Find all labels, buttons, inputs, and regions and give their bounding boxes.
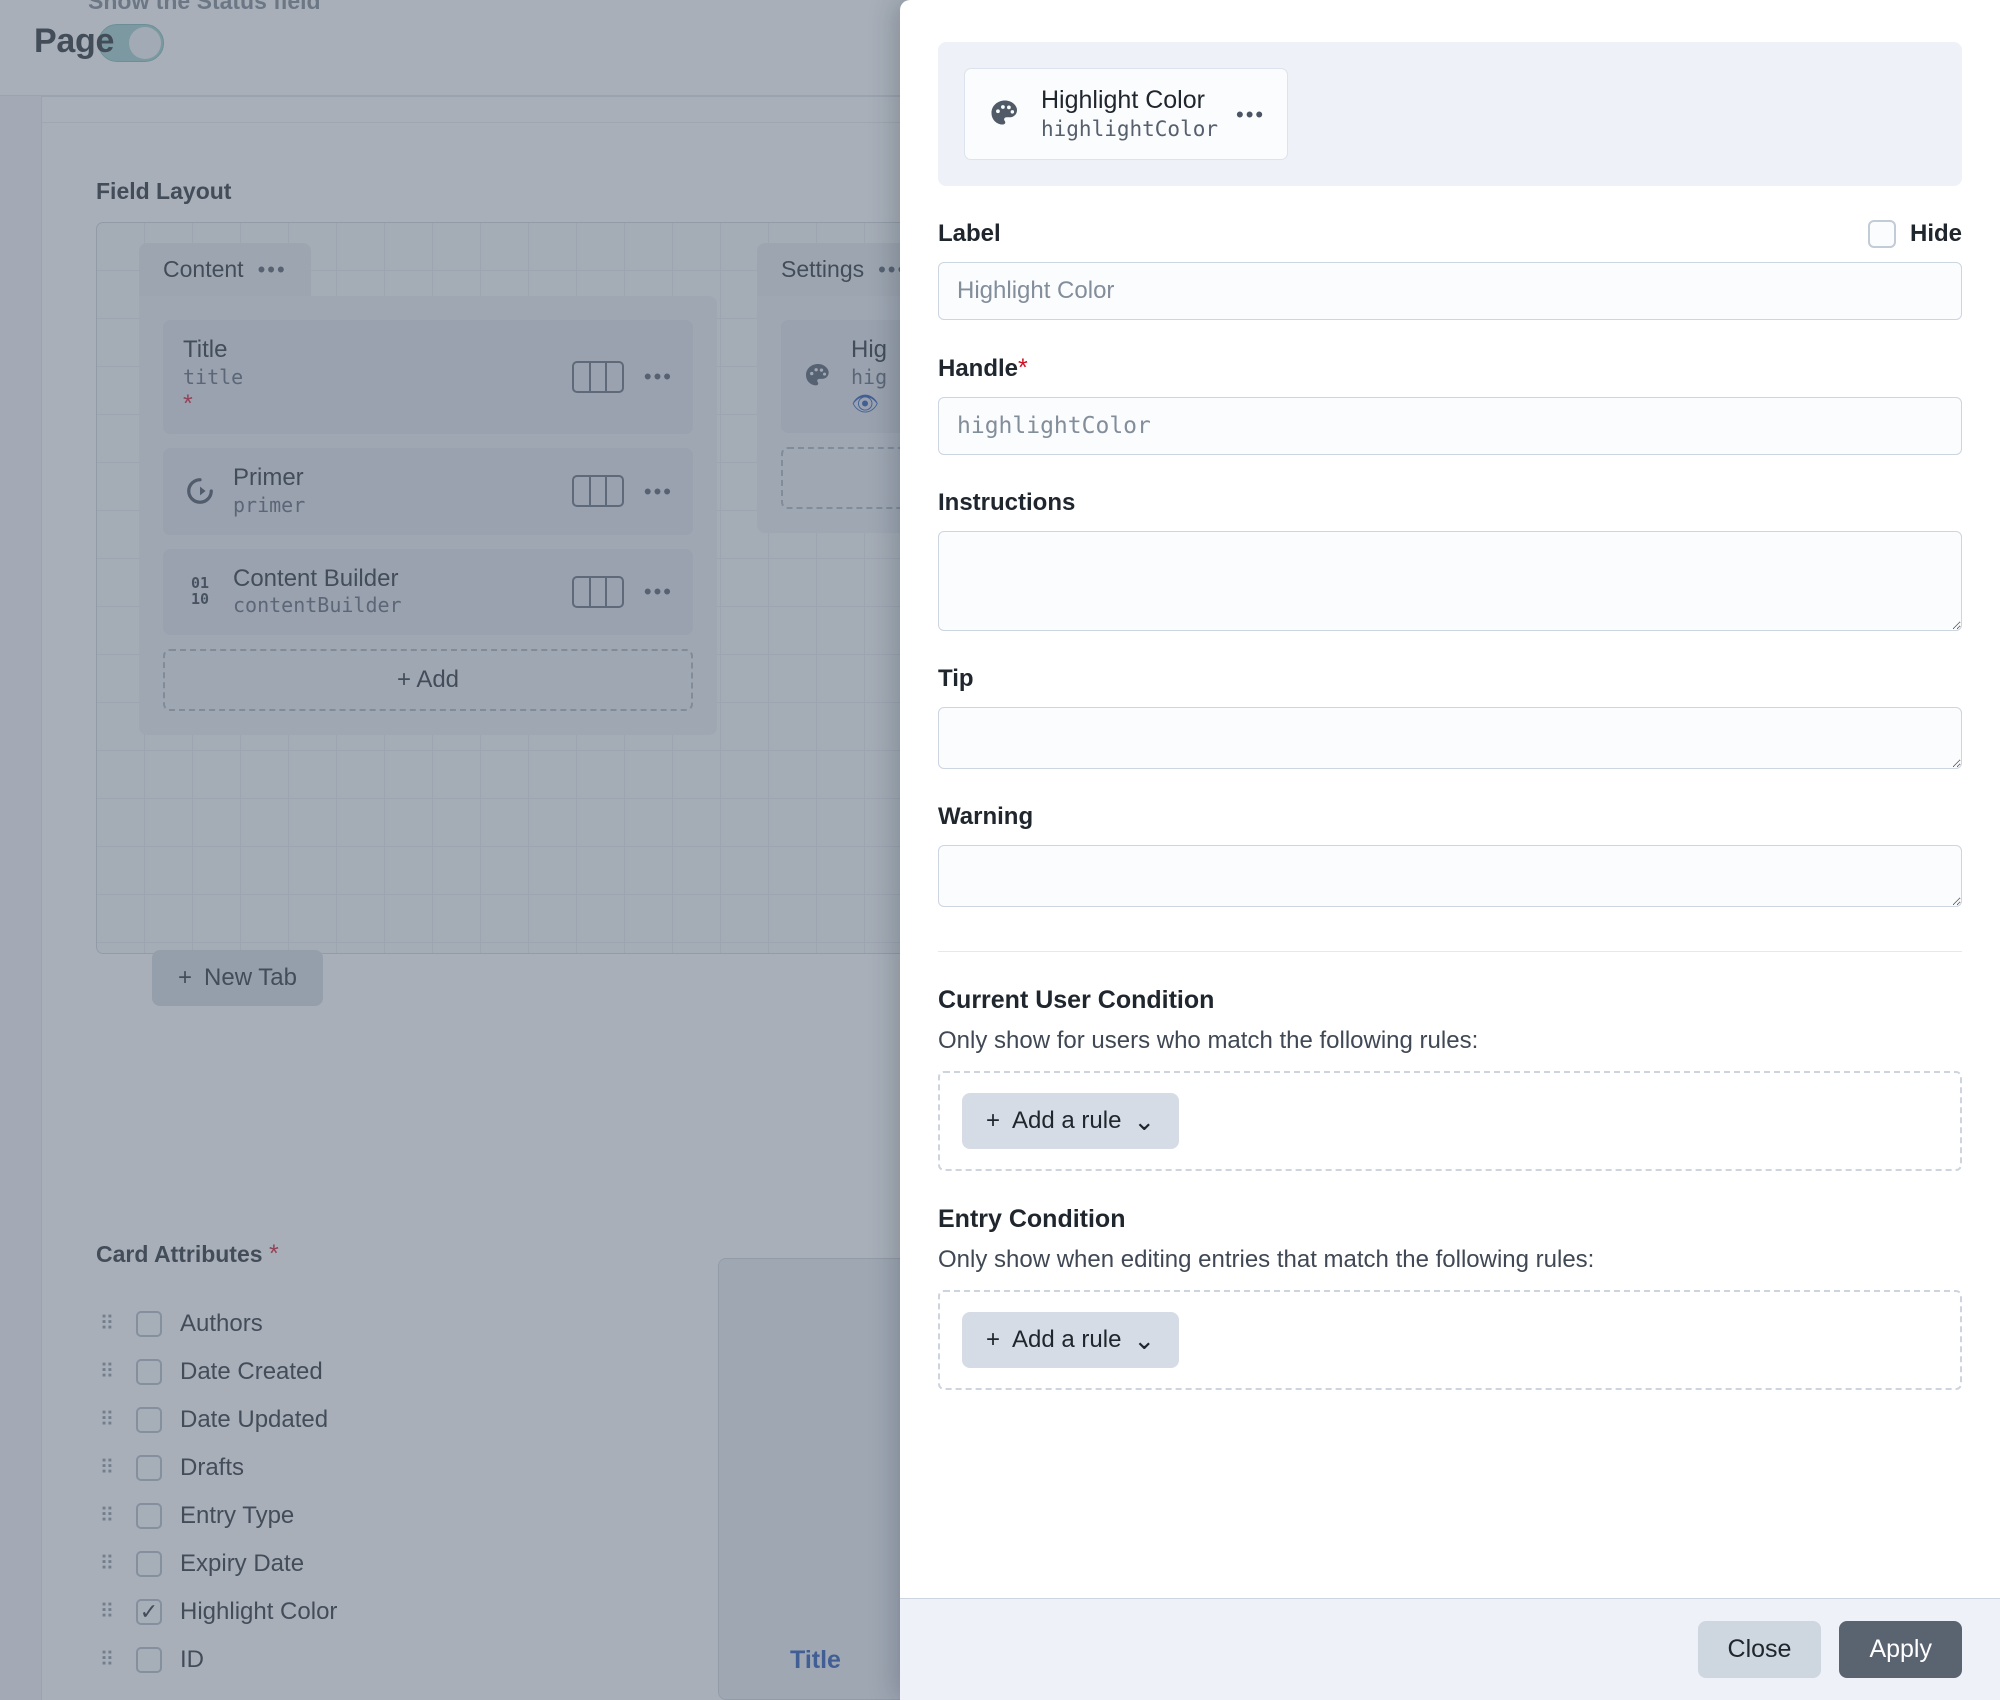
hide-checkbox[interactable]	[1867, 220, 1896, 249]
field-summary-name: Highlight Color	[1041, 86, 1205, 114]
hide-label: Hide	[1909, 220, 1962, 248]
handle-input[interactable]	[938, 397, 1962, 456]
tip-field-header: Tip	[938, 665, 1962, 693]
apply-button[interactable]: Apply	[1839, 1621, 1962, 1678]
add-rule-label: Add a rule	[1012, 1107, 1122, 1135]
instructions-field-group: Instructions	[938, 489, 1962, 632]
field-summary-meta: Highlight Color highlightColor	[1041, 85, 1218, 143]
entry-condition-description: Only show when editing entries that matc…	[938, 1246, 1595, 1274]
current-user-condition-dropzone[interactable]: + Add a rule ⌄	[938, 1071, 1962, 1172]
chevron-down-icon: ⌄	[1133, 1105, 1156, 1136]
handle-field-title: Handle*	[938, 354, 1028, 383]
add-rule-button-entry[interactable]: + Add a rule ⌄	[962, 1312, 1180, 1369]
label-field-group: Label Hide	[938, 220, 1962, 321]
hide-toggle[interactable]: Hide	[1867, 220, 1962, 249]
label-field-title: Label	[938, 220, 1001, 248]
field-summary-card[interactable]: Highlight Color highlightColor •••	[964, 68, 1289, 161]
tip-field-title: Tip	[938, 665, 974, 693]
handle-field-group: Handle*	[938, 354, 1962, 456]
section-divider	[938, 951, 1962, 953]
add-rule-button-user[interactable]: + Add a rule ⌄	[962, 1093, 1180, 1150]
current-user-condition-group: Current User Condition Only show for use…	[938, 986, 1962, 1172]
current-user-condition-title: Current User Condition	[938, 986, 1215, 1015]
handle-field-header: Handle*	[938, 354, 1962, 383]
warning-textarea[interactable]	[938, 845, 1962, 908]
entry-condition-title: Entry Condition	[938, 1205, 1126, 1234]
field-settings-modal: Highlight Color highlightColor ••• Label…	[900, 0, 2000, 1700]
close-button[interactable]: Close	[1697, 1621, 1822, 1678]
entry-condition-group: Entry Condition Only show when editing e…	[938, 1205, 1962, 1391]
current-user-condition-description: Only show for users who match the follow…	[938, 1027, 1479, 1055]
instructions-field-header: Instructions	[938, 489, 1962, 517]
tip-textarea[interactable]	[938, 707, 1962, 770]
warning-field-title: Warning	[938, 803, 1034, 831]
warning-field-header: Warning	[938, 803, 1962, 831]
label-input[interactable]	[938, 262, 1962, 321]
add-rule-label: Add a rule	[1012, 1326, 1122, 1354]
field-settings-form: Label Hide Handle*	[900, 220, 2000, 1391]
instructions-field-title: Instructions	[938, 489, 1076, 517]
field-summary-panel: Highlight Color highlightColor •••	[938, 42, 1962, 187]
instructions-textarea[interactable]	[938, 531, 1962, 632]
chevron-down-icon: ⌄	[1133, 1324, 1156, 1355]
modal-body: Highlight Color highlightColor ••• Label…	[900, 0, 2000, 1598]
warning-field-group: Warning	[938, 803, 1962, 908]
tip-field-group: Tip	[938, 665, 1962, 770]
plus-icon: +	[986, 1326, 1001, 1354]
required-asterisk: *	[1018, 354, 1028, 383]
label-field-header: Label Hide	[938, 220, 1962, 249]
entry-condition-dropzone[interactable]: + Add a rule ⌄	[938, 1290, 1962, 1391]
plus-icon: +	[986, 1107, 1001, 1135]
field-summary-menu-icon[interactable]: •••	[1236, 103, 1265, 125]
palette-icon	[987, 96, 1023, 132]
modal-footer: Close Apply	[900, 1598, 2000, 1700]
field-summary-handle: highlightColor	[1041, 117, 1219, 141]
